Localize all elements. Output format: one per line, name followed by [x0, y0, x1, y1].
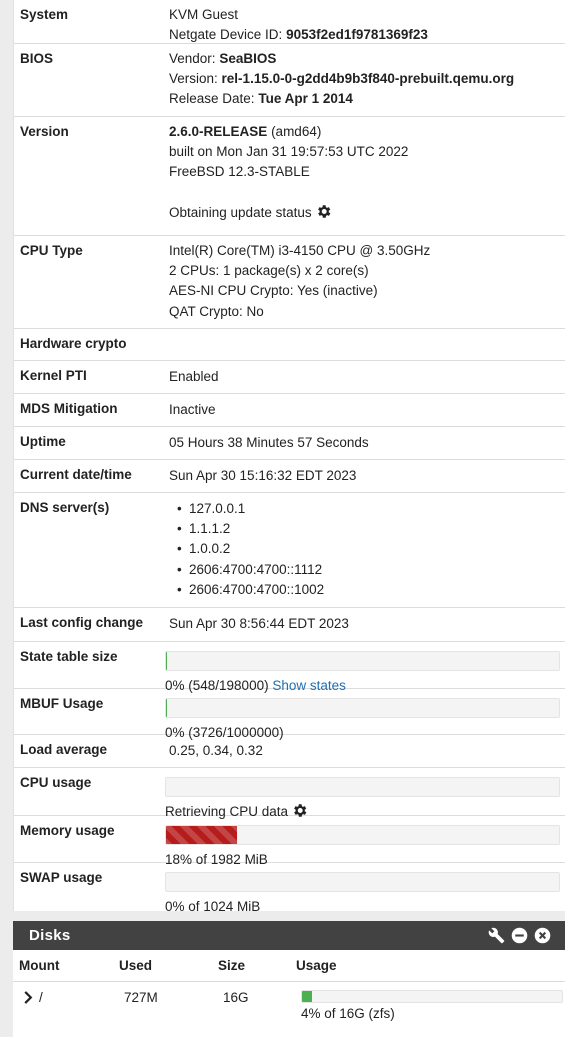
row-mbuf-usage: MBUF Usage 0% (3726/1000000) — [14, 689, 565, 740]
version-os: FreeBSD 12.3-STABLE — [169, 164, 310, 180]
disk-usage-progress-bar — [301, 990, 563, 1003]
disks-title: Disks — [29, 927, 71, 944]
wrench-icon[interactable] — [488, 927, 505, 944]
row-uptime: Uptime 05 Hours 38 Minutes 57 Seconds — [14, 427, 565, 460]
row-label: Last config change — [20, 615, 144, 630]
disk-mount: / — [39, 990, 43, 1005]
chevron-right-icon[interactable] — [23, 991, 33, 1007]
row-label: DNS server(s) — [20, 500, 110, 515]
gear-icon — [315, 203, 332, 226]
cpu-qat: QAT Crypto: No — [169, 303, 264, 319]
bios-vendor: SeaBIOS — [219, 51, 277, 66]
update-status: Obtaining update status — [169, 204, 312, 220]
disks-panel-header: Disks — [13, 921, 565, 950]
swap-usage-value: 0% of 1024 MiB — [165, 899, 261, 915]
row-kernel-pti: Kernel PTI Enabled — [14, 361, 565, 394]
row-label: BIOS — [20, 51, 54, 66]
device-id: 9053f2ed1f9781369f23 — [286, 27, 428, 43]
row-cpu-usage: CPU usage Retrieving CPU data — [14, 768, 565, 819]
list-item: 2606:4700:4700::1112 — [189, 560, 560, 580]
column-header-used: Used — [119, 950, 218, 982]
row-bios: BIOS Vendor: SeaBIOS Version: rel-1.15.0… — [14, 44, 565, 117]
bios-version-label: Version: — [169, 71, 218, 87]
system-information-panel: System KVM Guest Netgate Device ID: 9053… — [13, 0, 565, 914]
kernel-pti-value: Enabled — [169, 369, 219, 384]
row-label: Memory usage — [20, 823, 115, 838]
row-label: Load average — [20, 742, 108, 757]
load-average-value: 0.25, 0.34, 0.32 — [169, 743, 263, 758]
version-built: built on Mon Jan 31 19:57:53 UTC 2022 — [169, 144, 409, 160]
row-version: Version 2.6.0-RELEASE (amd64) built on M… — [14, 117, 565, 236]
row-label: MDS Mitigation — [20, 401, 118, 416]
version-arch: (amd64) — [271, 124, 322, 139]
device-id-label: Netgate Device ID: — [169, 27, 283, 43]
memory-progress-bar — [165, 825, 560, 846]
system-type: KVM Guest — [169, 7, 239, 22]
list-item: 1.0.0.2 — [189, 539, 560, 559]
uptime-value: 05 Hours 38 Minutes 57 Seconds — [169, 435, 369, 450]
row-memory-usage: Memory usage 18% of 1982 MiB — [14, 816, 565, 867]
cpu-aesni: AES-NI CPU Crypto: Yes (inactive) — [169, 283, 378, 299]
version-release: 2.6.0-RELEASE — [169, 124, 268, 139]
disk-size: 16G — [223, 990, 249, 1005]
row-label: CPU Type — [20, 243, 83, 258]
table-row[interactable]: / 727M 16G 4% of 16G (zfs) — [13, 982, 565, 1026]
disk-usage-value: 4% of 16G (zfs) — [301, 1006, 395, 1021]
row-label: SWAP usage — [20, 870, 103, 885]
row-label: Current date/time — [20, 467, 132, 482]
bios-release-date: Tue Apr 1 2014 — [258, 91, 353, 107]
hardware-crypto-value — [163, 329, 565, 360]
datetime-value: Sun Apr 30 15:16:32 EDT 2023 — [169, 468, 357, 483]
row-current-datetime: Current date/time Sun Apr 30 15:16:32 ED… — [14, 460, 565, 493]
row-label: Kernel PTI — [20, 368, 87, 383]
bios-version: rel-1.15.0-0-g2dd4b9b3f840-prebuilt.qemu… — [221, 71, 515, 87]
column-header-size: Size — [218, 950, 296, 982]
row-hardware-crypto: Hardware crypto — [14, 329, 565, 361]
disks-panel: Disks Mount Used Size Usage / 727M 16G 4… — [13, 921, 565, 1037]
cpu-model: Intel(R) Core(TM) i3-4150 CPU @ 3.50GHz — [169, 243, 431, 258]
swap-progress-bar — [165, 872, 560, 893]
disks-table: Mount Used Size Usage / 727M 16G 4% of 1… — [13, 950, 565, 1026]
cpu-usage-progress-bar — [165, 777, 560, 798]
disk-used: 727M — [124, 990, 158, 1005]
minimize-icon[interactable] — [511, 927, 528, 944]
close-icon[interactable] — [534, 927, 551, 944]
row-load-average: Load average 0.25, 0.34, 0.32 — [14, 735, 565, 768]
row-label: Uptime — [20, 434, 66, 449]
row-label: Version — [20, 124, 69, 139]
list-item: 2606:4700:4700::1002 — [189, 580, 560, 600]
row-mds-mitigation: MDS Mitigation Inactive — [14, 394, 565, 427]
row-dns-servers: DNS server(s) 127.0.0.1 1.1.1.2 1.0.0.2 … — [14, 493, 565, 608]
row-swap-usage: SWAP usage 0% of 1024 MiB — [14, 863, 565, 914]
bios-release-label: Release Date: — [169, 91, 255, 107]
state-table-progress-bar — [165, 651, 560, 672]
table-header-row: Mount Used Size Usage — [13, 950, 565, 982]
column-header-usage: Usage — [296, 950, 565, 982]
list-item: 1.1.1.2 — [189, 519, 560, 539]
column-header-mount: Mount — [13, 950, 119, 982]
row-last-config-change: Last config change Sun Apr 30 8:56:44 ED… — [14, 608, 565, 642]
row-system: System KVM Guest Netgate Device ID: 9053… — [14, 0, 565, 44]
mbuf-progress-bar — [165, 698, 560, 719]
row-label: Hardware crypto — [20, 336, 127, 351]
cpu-cores: 2 CPUs: 1 package(s) x 2 core(s) — [169, 263, 369, 279]
row-label: System — [20, 7, 69, 22]
row-cpu-type: CPU Type Intel(R) Core(TM) i3-4150 CPU @… — [14, 236, 565, 329]
mds-value: Inactive — [169, 402, 216, 417]
row-label: State table size — [20, 649, 118, 664]
row-label: CPU usage — [20, 775, 92, 790]
list-item: 127.0.0.1 — [189, 499, 560, 519]
last-config-value: Sun Apr 30 8:56:44 EDT 2023 — [169, 616, 349, 631]
bios-vendor-label: Vendor: — [169, 51, 216, 66]
dns-server-list: 127.0.0.1 1.1.1.2 1.0.0.2 2606:4700:4700… — [169, 499, 560, 600]
row-label: MBUF Usage — [20, 696, 104, 711]
row-state-table-size: State table size 0% (548/198000) Show st… — [14, 642, 565, 693]
